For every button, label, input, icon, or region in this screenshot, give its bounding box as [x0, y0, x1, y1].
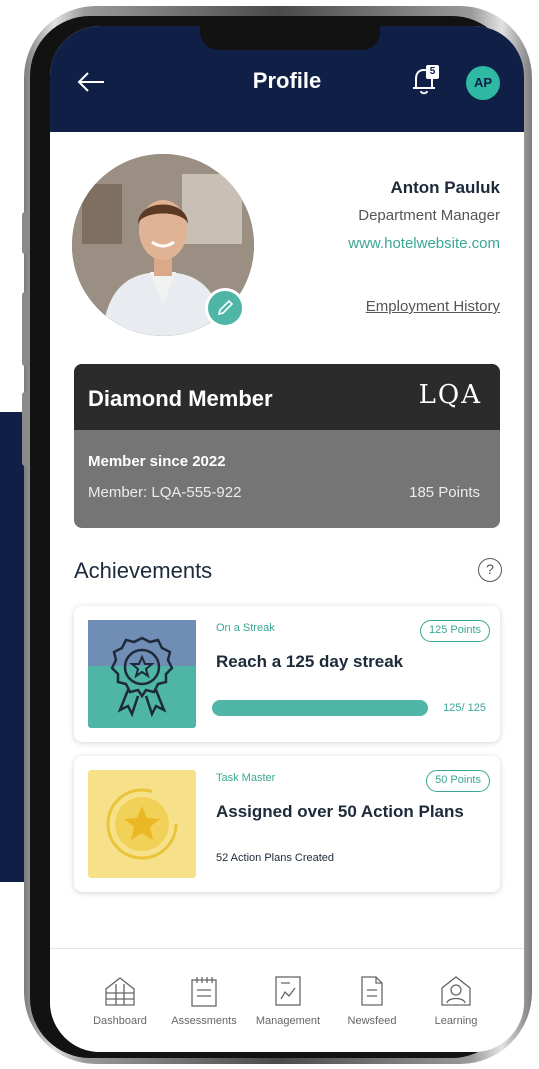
nav-item-dashboard[interactable]: Dashboard: [76, 973, 164, 1027]
achievement-card-task-master[interactable]: Task Master 50 Points Assigned over 50 A…: [74, 756, 500, 892]
nav-item-management[interactable]: Management: [244, 973, 332, 1027]
profile-website-link[interactable]: www.hotelwebsite.com: [348, 235, 500, 252]
profile-name: Anton Pauluk: [390, 178, 500, 197]
phone-side-button: [22, 292, 30, 366]
nav-label: Dashboard: [93, 1015, 147, 1027]
achievement-points-badge: 125 Points: [420, 620, 490, 642]
app-screen: Profile 5 AP Anton Pauluk Department Man…: [50, 26, 524, 1052]
edit-photo-button[interactable]: [205, 288, 245, 328]
achievement-name: Reach a 125 day streak: [216, 652, 404, 671]
management-icon: [275, 976, 301, 1006]
nav-item-learning[interactable]: Learning: [412, 973, 500, 1027]
star-medal-icon: [106, 788, 178, 860]
member-id: Member: LQA-555-922: [88, 484, 242, 501]
nav-label: Assessments: [171, 1015, 237, 1027]
achievement-points-badge: 50 Points: [426, 770, 490, 792]
rosette-star-icon: [88, 620, 196, 718]
page-title: Profile: [252, 68, 322, 93]
assessments-icon: [191, 977, 217, 1007]
nav-label: Management: [255, 1015, 321, 1027]
nav-label: Learning: [434, 1015, 478, 1027]
achievement-progress-bar: [212, 700, 428, 716]
lqa-logo: LQA: [418, 380, 482, 410]
membership-card: Diamond Member LQA Member since 2022 Mem…: [74, 364, 500, 528]
achievement-category: Task Master: [216, 772, 276, 784]
achievement-category: On a Streak: [216, 622, 275, 634]
learning-icon: [441, 976, 471, 1006]
help-icon[interactable]: ?: [478, 558, 502, 582]
newsfeed-icon: [361, 976, 383, 1006]
nav-item-newsfeed[interactable]: Newsfeed: [328, 973, 416, 1027]
membership-card-header: Diamond Member LQA: [74, 364, 500, 430]
pencil-icon: [217, 299, 234, 316]
dashboard-icon: [105, 977, 135, 1006]
user-avatar[interactable]: AP: [466, 66, 500, 100]
phone-side-button: [22, 392, 30, 466]
achievement-card-streak[interactable]: On a Streak 125 Points Reach a 125 day s…: [74, 606, 500, 742]
achievement-subtext: 52 Action Plans Created: [216, 852, 335, 864]
profile-role: Department Manager: [358, 207, 500, 224]
member-since: Member since 2022: [88, 453, 226, 470]
notification-badge: 5: [426, 65, 439, 79]
bottom-navigation: Dashboard Assessments Management Newsfee…: [50, 948, 524, 1052]
membership-tier: Diamond Member: [88, 386, 273, 411]
member-points: 185 Points: [409, 484, 480, 501]
employment-history-link[interactable]: Employment History: [366, 298, 500, 315]
achievement-image: [88, 620, 196, 728]
nav-item-assessments[interactable]: Assessments: [160, 973, 248, 1027]
nav-label: Newsfeed: [347, 1015, 397, 1027]
achievement-image: [88, 770, 196, 878]
achievements-title: Achievements: [74, 558, 213, 583]
phone-side-button: [22, 212, 30, 254]
phone-notch: [200, 26, 380, 50]
achievement-name: Assigned over 50 Action Plans: [216, 802, 464, 821]
achievement-progress-fill: [212, 700, 428, 716]
achievement-progress-text: 125/ 125: [443, 702, 486, 714]
